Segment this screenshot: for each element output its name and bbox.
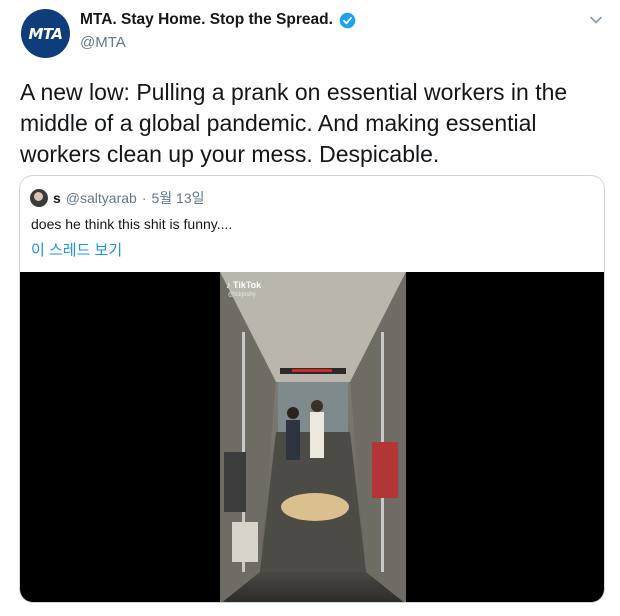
subway-car-scene <box>220 272 406 602</box>
avatar[interactable]: MTA <box>21 9 70 58</box>
author-name[interactable]: MTA. Stay Home. Stop the Spread. <box>80 11 333 29</box>
video-media[interactable]: ♪ TikTok @tckjoshy <box>20 272 604 602</box>
author-name-row: MTA. Stay Home. Stop the Spread. <box>80 11 356 29</box>
quoted-author-handle: @saltyarab <box>65 190 137 206</box>
tweet-text: A new low: Pulling a prank on essential … <box>20 79 568 167</box>
quoted-text: does he think this shit is funny.... <box>31 216 233 232</box>
quoted-date: 5월 13일 <box>151 190 205 206</box>
separator-dot: · <box>141 190 147 206</box>
avatar-logo-text: MTA <box>28 24 63 43</box>
quoted-author-name: s <box>53 190 61 206</box>
quoted-tweet[interactable]: s @saltyarab · 5월 13일 does he think this… <box>19 175 605 603</box>
author-block: MTA. Stay Home. Stop the Spread. @MTA <box>80 11 356 51</box>
tweet: MTA MTA. Stay Home. Stop the Spread. @MT… <box>0 0 620 616</box>
tiktok-handle: @tckjoshy <box>228 292 256 298</box>
video-frame[interactable]: ♪ TikTok @tckjoshy <box>220 272 406 602</box>
tiktok-label: TikTok <box>233 280 262 290</box>
show-thread-link[interactable]: 이 스레드 보기 <box>31 239 122 260</box>
quoted-tweet-header: s @saltyarab · 5월 13일 <box>30 188 205 208</box>
chevron-down-icon[interactable] <box>589 13 603 27</box>
verified-badge-icon <box>339 12 356 28</box>
tiktok-watermark: ♪ TikTok <box>226 280 262 290</box>
quoted-avatar <box>30 189 48 207</box>
author-handle[interactable]: @MTA <box>80 34 356 51</box>
